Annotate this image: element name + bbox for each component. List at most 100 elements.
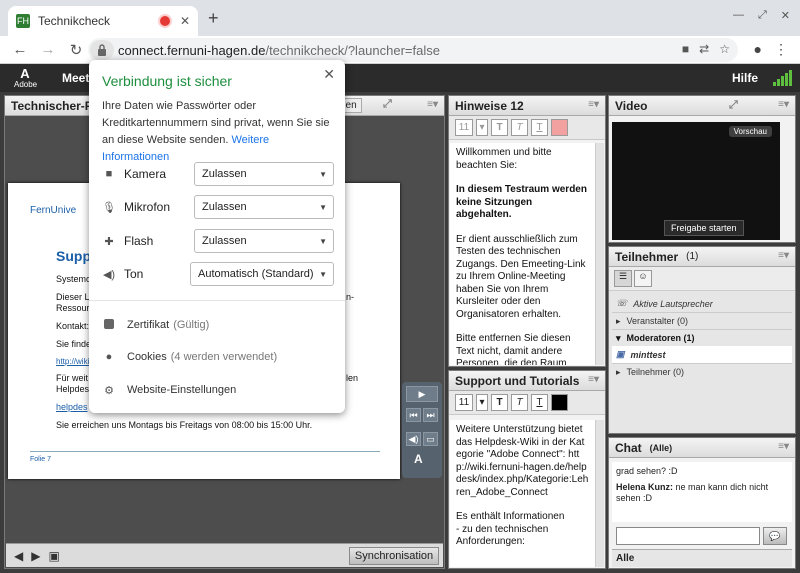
support-scrollbar[interactable] <box>595 420 604 567</box>
screen-icon[interactable]: ▭ <box>423 432 438 446</box>
prev-arrow-icon[interactable]: ◀ <box>14 549 23 563</box>
bookmark-star-icon[interactable]: ☆ <box>719 42 730 56</box>
chat-recipient-tab[interactable]: Alle <box>612 549 792 567</box>
sync-button[interactable]: Synchronisation <box>349 547 439 565</box>
fullscreen-icon[interactable]: ⤢ <box>383 98 392 111</box>
translate-icon[interactable]: ⇄ <box>699 42 709 56</box>
underline-icon[interactable]: T <box>531 119 548 136</box>
camera-indicator-icon[interactable]: ■ <box>682 42 689 56</box>
next-arrow-icon[interactable]: ▶ <box>31 549 40 563</box>
pod-options-icon[interactable]: ≡▾ <box>778 99 789 110</box>
profile-avatar-icon[interactable]: ● <box>754 41 762 58</box>
fernuni-logo: FernUnive <box>30 205 77 216</box>
collapsed-arrow-icon: ▸ <box>616 315 621 326</box>
italic-icon[interactable]: T <box>511 394 528 411</box>
send-chat-button[interactable]: 💬 <box>763 527 787 545</box>
attendee-item[interactable]: ▣ minttest <box>612 346 792 363</box>
status-view-icon[interactable]: ☺ <box>634 270 652 287</box>
slide-line: Sie finde <box>56 339 92 349</box>
menu-help[interactable]: Hilfe <box>732 71 758 85</box>
text-color-icon[interactable] <box>551 119 568 136</box>
audio-icon[interactable]: ◀) <box>406 432 421 446</box>
support-paragraph: - zu den technischen Anforderungen: <box>456 523 549 548</box>
pod-options-icon[interactable]: ≡▾ <box>588 99 599 110</box>
font-size-select[interactable]: 11 <box>455 119 473 136</box>
certificate-item[interactable]: Zertifikat (Gültig) <box>102 316 334 334</box>
attendees-pod-header: Teilnehmer (1) ≡▾ <box>609 247 795 267</box>
chat-pod-title: Chat <box>615 440 642 455</box>
microphone-icon: 🎙 <box>102 201 116 214</box>
pod-options-icon[interactable]: ≡▾ <box>778 441 789 452</box>
notes-text: Willkommen und bitte beachten Sie: In di… <box>450 143 595 365</box>
chat-messages: grad sehen? :D Helena Kunz: ne man kann … <box>612 462 792 522</box>
microphone-permission-select[interactable]: Zulassen ▼ <box>194 195 334 219</box>
fernuni-favicon-icon: FH <box>16 14 30 28</box>
puzzle-icon: ✚ <box>104 235 114 248</box>
font-size-select[interactable]: 11 <box>455 394 473 411</box>
microphone-permission: 🎙 Mikrofon Zulassen ▼ <box>102 195 334 219</box>
close-popup-icon[interactable]: ✕ <box>323 66 335 83</box>
support-text: Weitere Unterstützung bietet das Helpdes… <box>450 420 595 567</box>
support-paragraph: Weitere Unterstützung bietet das Helpdes… <box>456 424 589 498</box>
collapsed-arrow-icon: ▸ <box>616 366 621 377</box>
browser-tab-bar: FH Technikcheck ✕ + — ⤢ ✕ <box>0 0 800 36</box>
slide-line-tail: n- <box>346 292 355 302</box>
list-view-icon[interactable]: ☰ <box>614 270 632 287</box>
new-tab-button[interactable]: + <box>208 8 219 29</box>
slide-view-icon[interactable]: ▣ <box>48 549 59 563</box>
close-tab-icon[interactable]: ✕ <box>180 14 190 28</box>
browser-menu-icon[interactable]: ⋮ <box>774 41 788 58</box>
lock-icon[interactable] <box>90 40 114 60</box>
restore-window-icon[interactable]: ⤢ <box>758 9 767 22</box>
flash-permission-select[interactable]: Zulassen ▼ <box>194 229 334 253</box>
reload-icon[interactable]: ↻ <box>68 41 84 59</box>
minimize-window-icon[interactable]: — <box>733 9 744 22</box>
start-sharing-button[interactable]: Freigabe starten <box>664 220 744 236</box>
preview-badge: Vorschau <box>728 126 772 137</box>
next-slide-icon[interactable]: ⏭ <box>423 408 438 422</box>
pod-options-icon[interactable]: ≡▾ <box>778 250 789 261</box>
chat-input[interactable] <box>616 527 760 545</box>
fullscreen-icon[interactable]: ⤢ <box>729 99 738 112</box>
font-size-dropdown-icon[interactable]: ▾ <box>476 119 488 136</box>
site-settings-item[interactable]: ⚙ Website-Einstellungen <box>102 381 334 399</box>
pod-options-icon[interactable]: ≡▾ <box>588 374 599 385</box>
text-color-icon[interactable] <box>551 394 568 411</box>
expanded-arrow-icon: ▾ <box>616 332 621 343</box>
bold-icon[interactable]: T <box>491 394 508 411</box>
camera-icon: ■ <box>105 168 113 180</box>
pod-options-icon[interactable]: ≡▾ <box>427 99 438 110</box>
slide-line: Ressour <box>56 303 90 313</box>
browser-tab[interactable]: FH Technikcheck ✕ <box>8 6 198 36</box>
notes-paragraph: Er dient ausschließlich zum Testen des t… <box>456 233 586 320</box>
cookies-item[interactable]: ● Cookies (4 werden verwendet) <box>102 348 334 366</box>
address-bar[interactable]: connect.fernuni-hagen.de/technikcheck/?l… <box>88 38 738 62</box>
back-icon[interactable]: ← <box>12 41 28 58</box>
slide-line: Helpdes <box>56 384 90 394</box>
bold-icon[interactable]: T <box>491 119 508 136</box>
slide-line: Systemo <box>56 274 92 284</box>
presenters-row[interactable]: ▾ Moderatoren (1) <box>612 329 792 346</box>
notes-pod-header: Hinweise 12 ≡▾ <box>449 96 605 116</box>
chat-message: grad sehen? :D <box>616 466 678 476</box>
participants-row[interactable]: ▸ Teilnehmer (0) <box>612 363 792 380</box>
notes-scrollbar[interactable] <box>595 143 604 365</box>
slide-link[interactable]: helpdes <box>56 402 88 412</box>
forward-icon[interactable]: → <box>40 41 56 58</box>
font-size-dropdown-icon[interactable]: ▾ <box>476 394 488 411</box>
close-window-icon[interactable]: ✕ <box>781 9 790 22</box>
url-text[interactable]: connect.fernuni-hagen.de/technikcheck/?l… <box>118 43 440 58</box>
notes-paragraph-bold: In diesem Testraum werden keine Sitzunge… <box>456 184 587 220</box>
tab-title: Technikcheck <box>38 14 111 28</box>
prev-slide-icon[interactable]: ⏮ <box>406 408 421 422</box>
chat-scope: (Alle) <box>649 442 673 453</box>
underline-icon[interactable]: T <box>531 394 548 411</box>
slide-link[interactable]: http://wiki. <box>56 357 92 366</box>
play-icon[interactable]: ▶ <box>406 386 438 402</box>
sound-permission-select[interactable]: Automatisch (Standard) ▼ <box>190 262 334 286</box>
hosts-row[interactable]: ▸ Veranstalter (0) <box>612 312 792 329</box>
italic-icon[interactable]: T <box>511 119 528 136</box>
notes-paragraph: Willkommen und bitte beachten Sie: <box>456 147 552 171</box>
support-pod-title: Support und Tutorials <box>455 373 580 388</box>
camera-permission-select[interactable]: Zulassen ▼ <box>194 162 334 186</box>
